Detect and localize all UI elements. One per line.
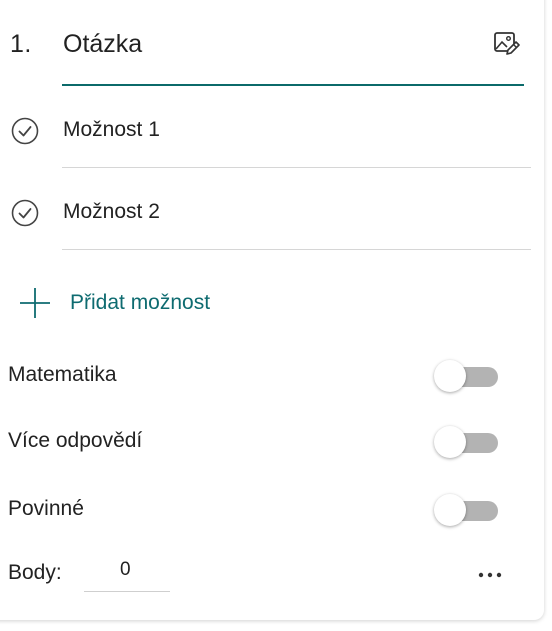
check-circle-icon[interactable]: [10, 198, 40, 228]
points-input[interactable]: [84, 554, 170, 592]
question-editor: 1. Otázka Možnost 1 Možnost 2 Přidat mož…: [0, 0, 552, 631]
option-divider: [62, 167, 531, 168]
points-label: Body:: [8, 561, 62, 584]
math-toggle[interactable]: [434, 360, 498, 392]
more-options-button[interactable]: [470, 560, 510, 590]
toggle-knob: [434, 360, 466, 392]
more-horizontal-icon: [478, 572, 502, 578]
insert-image-button[interactable]: [491, 28, 521, 58]
question-title-underline: [62, 84, 524, 86]
question-title-input[interactable]: Otázka: [63, 30, 142, 59]
option-label[interactable]: Možnost 1: [63, 118, 160, 142]
multiple-answers-toggle[interactable]: [434, 426, 498, 458]
setting-row-math: Matematika: [0, 357, 540, 397]
toggle-knob: [434, 426, 466, 458]
check-circle-icon[interactable]: [10, 116, 40, 146]
image-edit-icon: [494, 32, 520, 55]
plus-icon: [20, 288, 50, 318]
question-number: 1.: [10, 30, 32, 58]
setting-label-math: Matematika: [8, 363, 117, 386]
toggle-knob: [434, 494, 466, 526]
setting-row-multiple-answers: Více odpovědí: [0, 423, 540, 463]
setting-label-required: Povinné: [8, 497, 84, 520]
setting-row-required: Povinné: [0, 491, 540, 531]
add-option-label: Přidat možnost: [70, 291, 211, 314]
add-option-button[interactable]: Přidat možnost: [18, 284, 210, 322]
setting-label-multiple-answers: Více odpovědí: [8, 429, 143, 452]
required-toggle[interactable]: [434, 494, 498, 526]
option-row: Možnost 1: [0, 88, 531, 168]
option-row: Možnost 2: [0, 170, 531, 250]
option-divider: [62, 249, 531, 250]
option-label[interactable]: Možnost 2: [63, 200, 160, 224]
